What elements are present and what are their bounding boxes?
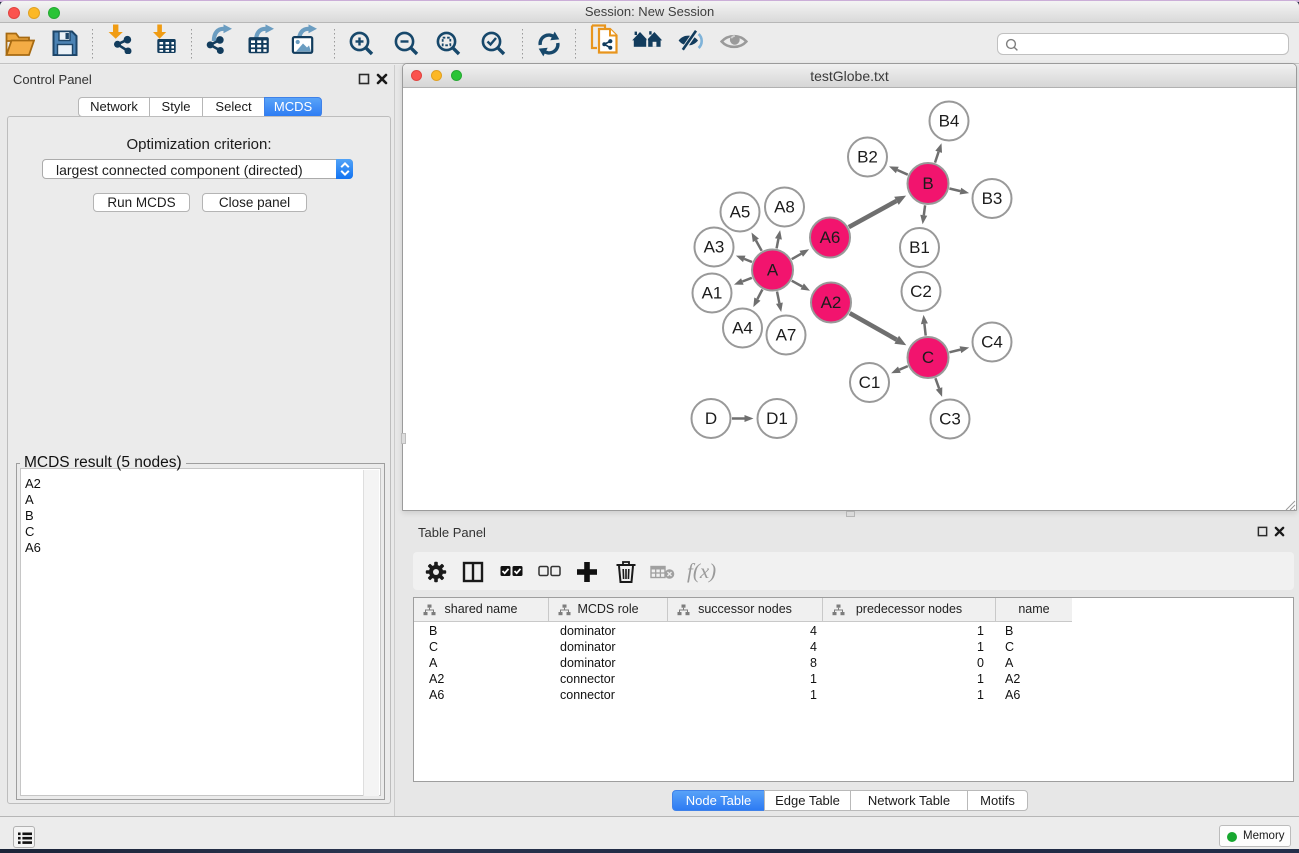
svg-text:A7: A7: [776, 326, 797, 345]
svg-text:B4: B4: [939, 112, 960, 131]
svg-text:C: C: [922, 348, 934, 367]
svg-text:A5: A5: [730, 203, 751, 222]
svg-text:A2: A2: [821, 293, 842, 312]
svg-text:A: A: [767, 261, 779, 280]
svg-text:A1: A1: [702, 284, 723, 303]
svg-text:B1: B1: [909, 238, 930, 257]
svg-text:D1: D1: [766, 409, 788, 428]
svg-text:A8: A8: [774, 198, 795, 217]
svg-text:C3: C3: [939, 410, 961, 429]
svg-text:C4: C4: [981, 333, 1003, 352]
svg-text:B3: B3: [982, 189, 1003, 208]
svg-text:A4: A4: [732, 319, 753, 338]
svg-text:A3: A3: [704, 238, 725, 257]
svg-text:A6: A6: [820, 228, 841, 247]
svg-text:B2: B2: [857, 148, 878, 167]
svg-text:D: D: [705, 409, 717, 428]
svg-text:C2: C2: [910, 282, 932, 301]
svg-text:B: B: [922, 174, 933, 193]
svg-text:C1: C1: [859, 373, 881, 392]
